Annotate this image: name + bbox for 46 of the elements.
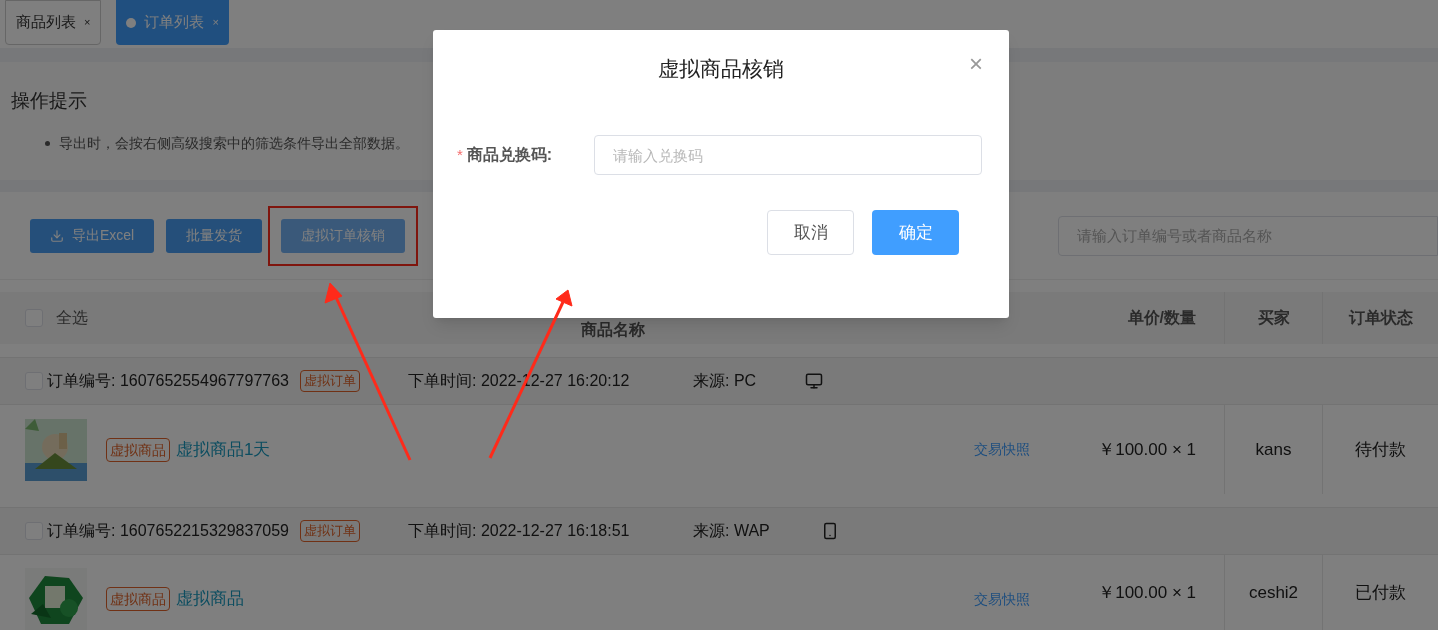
select-all-label: 全选 xyxy=(56,308,88,328)
tab-label: 订单列表 xyxy=(144,12,205,33)
order-time: 下单时间: 2022-12-27 16:18:51 xyxy=(408,521,631,541)
order-status: 已付款 xyxy=(1355,581,1406,604)
buyer-name: kans xyxy=(1255,438,1292,461)
dialog-button[interactable]: 取消 xyxy=(767,210,854,255)
order-source: 来源: WAP xyxy=(693,521,771,541)
dialog-title: 虚拟商品核销 xyxy=(658,56,784,83)
order-tag: 虚拟订单 xyxy=(300,370,360,392)
tab-label: 商品列表 xyxy=(16,12,76,33)
order-number: 订单编号: 1607652554967797763 xyxy=(47,371,289,391)
column-header: 商品名称 xyxy=(581,320,645,340)
snapshot-link[interactable]: 交易快照 xyxy=(974,439,1030,460)
column-header: 单价/数量 xyxy=(1127,308,1196,328)
toolbar-button[interactable]: 导出Excel xyxy=(30,218,155,253)
tips-title: 操作提示 xyxy=(11,89,88,113)
tab[interactable]: 商品列表 × xyxy=(5,0,102,45)
phone-icon xyxy=(821,522,839,540)
tab[interactable]: 订单列表 × xyxy=(116,0,229,45)
snapshot-link[interactable]: 交易快照 xyxy=(974,588,1030,610)
download-icon xyxy=(50,228,64,243)
product-tag: 虚拟商品 xyxy=(106,437,170,462)
tip-text: 导出时，会按右侧高级搜索中的筛选条件导出全部数据。 xyxy=(59,133,409,153)
buyer-name: ceshi2 xyxy=(1248,581,1299,604)
bullet-icon xyxy=(45,140,50,146)
close-button[interactable]: × xyxy=(212,14,219,31)
order-tag: 虚拟订单 xyxy=(300,520,360,542)
toolbar-button[interactable]: 虚拟订单核销 xyxy=(281,218,406,253)
column-header: 订单状态 xyxy=(1348,308,1413,328)
order-status: 待付款 xyxy=(1355,438,1406,461)
redeem-code-field[interactable]: 请输入兑换码 xyxy=(593,135,982,175)
price-quantity: ￥100.00 × 1 xyxy=(1098,581,1196,604)
toolbar-button[interactable]: 批量发货 xyxy=(166,218,263,253)
close-button[interactable]: × xyxy=(969,52,983,76)
order-number: 订单编号: 1607652215329837059 xyxy=(47,521,289,541)
order-source: 来源: PC xyxy=(693,371,758,391)
dialog-button[interactable]: 确定 xyxy=(872,210,959,255)
product-link[interactable]: 虚拟商品1天 xyxy=(176,436,271,463)
product-link[interactable]: 虚拟商品 xyxy=(176,586,244,612)
field-label: 商品兑换码: xyxy=(466,145,554,165)
required-mark: * xyxy=(457,144,463,165)
column-header: 买家 xyxy=(1257,308,1290,328)
price-quantity: ￥100.00 × 1 xyxy=(1098,438,1196,461)
desktop-icon xyxy=(805,372,823,390)
product-tag: 虚拟商品 xyxy=(106,587,170,611)
close-button[interactable]: × xyxy=(84,14,91,31)
